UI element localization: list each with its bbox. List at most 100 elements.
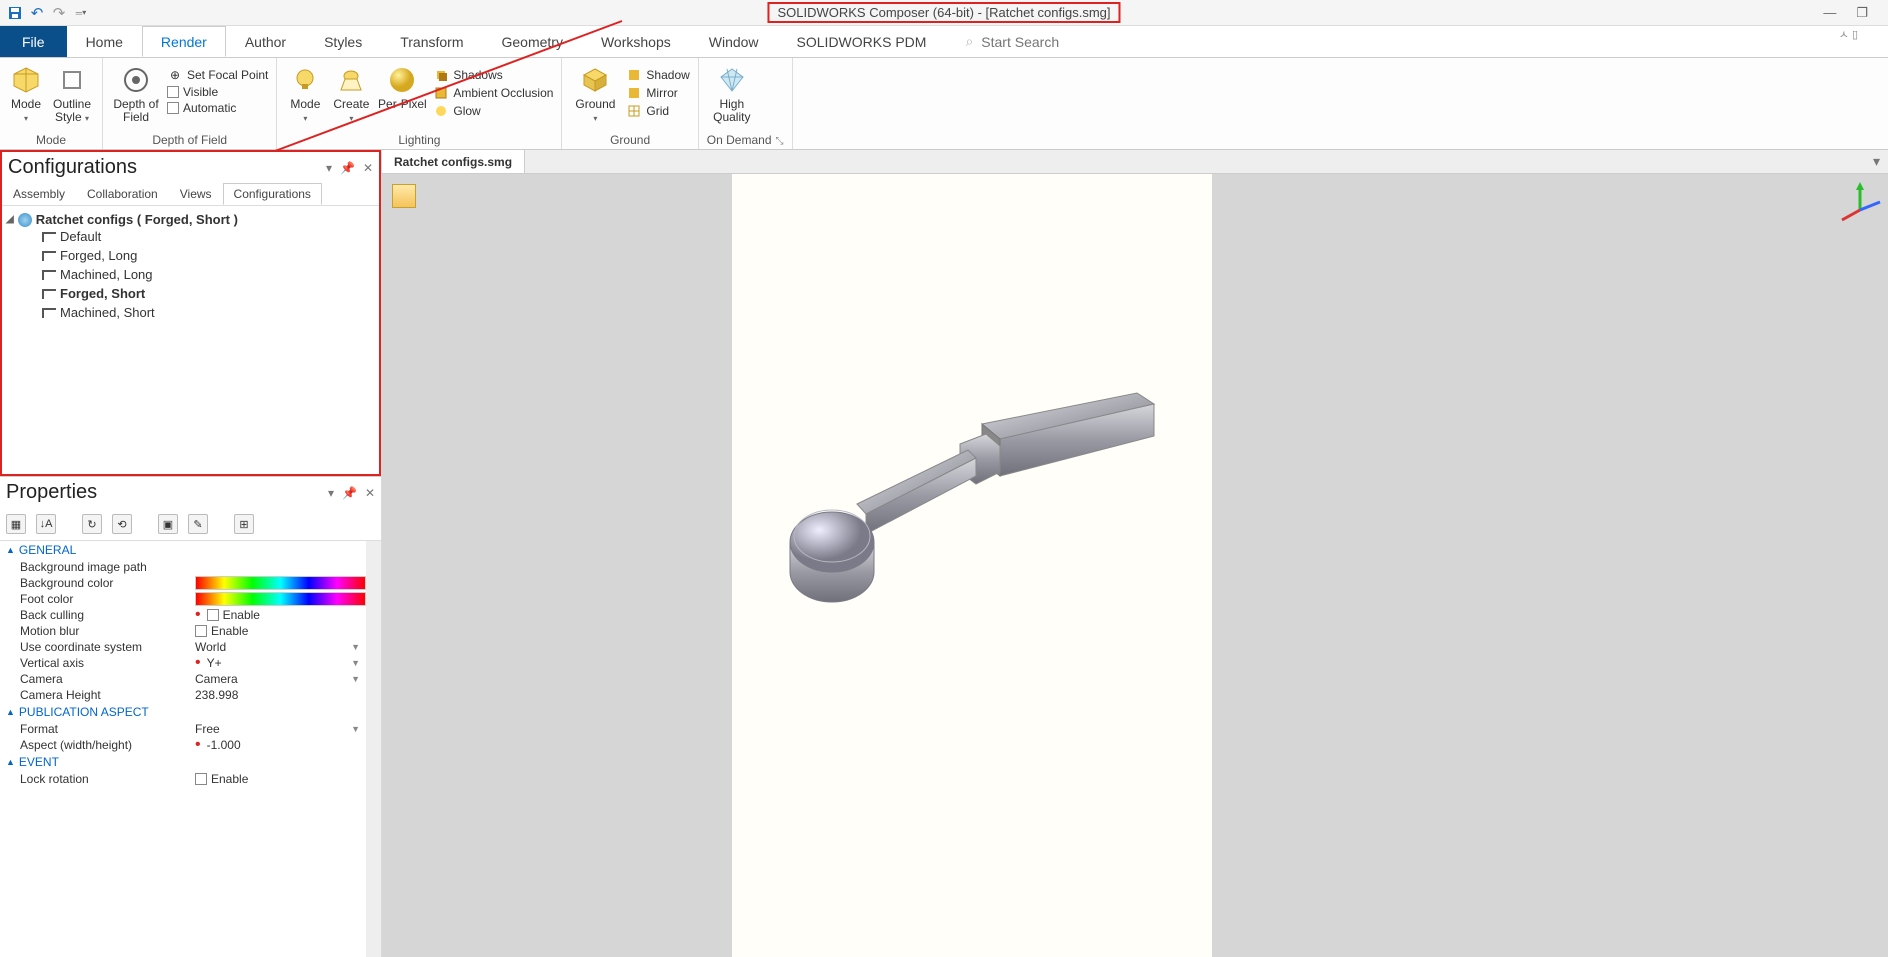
launcher-icon[interactable]: ⤡ [776,136,784,147]
lighting-mode-button[interactable]: Mode▾ [285,62,325,124]
tab-pdm[interactable]: SOLIDWORKS PDM [778,26,946,57]
ao-icon [433,85,449,101]
config-machined-long[interactable]: Machined, Long [6,265,375,284]
tab-assembly[interactable]: Assembly [2,183,76,205]
group-label-ondemand: On Demand⤡ [707,131,784,147]
ground-button[interactable]: Ground▾ [570,62,620,124]
ambient-occlusion-button[interactable]: Ambient Occlusion [433,84,553,102]
dof-visible-checkbox[interactable]: Visible [167,84,268,100]
lighting-create-button[interactable]: Create▾ [331,62,371,124]
props-row[interactable]: Back culling•Enable [0,607,366,623]
redo-icon[interactable]: ↷ [50,4,68,22]
props-row[interactable]: Camera Height238.998 [0,687,366,703]
tab-home[interactable]: Home [67,26,142,57]
file-menu[interactable]: File [0,26,67,57]
set-focal-point-button[interactable]: ⊕Set Focal Point [167,66,268,84]
flag-icon [42,251,56,261]
dof-button[interactable]: Depth of Field [111,62,161,124]
tab-collaboration[interactable]: Collaboration [76,183,169,205]
undo-icon[interactable]: ↶ [28,4,46,22]
dof-label: Depth of Field [111,98,161,124]
config-default[interactable]: Default [6,227,375,246]
props-row[interactable]: Motion blurEnable [0,623,366,639]
ground-shadow-button[interactable]: Shadow [626,66,689,84]
dof-automatic-checkbox[interactable]: Automatic [167,100,268,116]
sphere-icon [386,64,418,96]
tab-render[interactable]: Render [142,26,226,57]
per-pixel-button[interactable]: Per-Pixel [377,62,427,111]
window-controls: — ❐ [1823,5,1888,21]
canvas-3d[interactable] [732,174,1212,957]
ground-grid-button[interactable]: Grid [626,102,689,120]
help-link[interactable]: ㅅ ▯ [1839,26,1858,57]
config-forged-short[interactable]: Forged, Short [6,284,375,303]
tree-root[interactable]: ◢ Ratchet configs ( Forged, Short ) [6,212,375,227]
doc-tab-dropdown[interactable]: ▾ [1865,150,1888,173]
prop-tool-pick[interactable]: ✎ [188,514,208,534]
prop-tool-link[interactable]: ⟲ [112,514,132,534]
config-forged-long[interactable]: Forged, Long [6,246,375,265]
mode-button[interactable]: Mode▾ [8,62,44,124]
props-row[interactable]: Lock rotationEnable [0,771,366,787]
props-row[interactable]: Aspect (width/height)•-1.000 [0,737,366,753]
save-icon[interactable] [6,4,24,22]
shadows-button[interactable]: Shadows [433,66,553,84]
tab-workshops[interactable]: Workshops [582,26,690,57]
config-machined-short[interactable]: Machined, Short [6,303,375,322]
viewport-mode-icon[interactable] [392,184,416,208]
scrollbar[interactable] [366,541,381,957]
document-tab-bar: Ratchet configs.smg ▾ [382,150,1888,174]
pin-icon[interactable]: 📌 [340,161,355,175]
pin-icon[interactable]: 📌 [342,486,357,500]
tab-window[interactable]: Window [690,26,778,57]
props-section-header[interactable]: ▲ PUBLICATION ASPECT [0,703,366,721]
props-row[interactable]: FormatFree▼ [0,721,366,737]
focal-icon: ⊕ [167,67,183,83]
props-section-header[interactable]: ▲ EVENT [0,753,366,771]
search-input[interactable] [981,34,1231,50]
configurations-tabs: Assembly Collaboration Views Configurati… [2,183,379,206]
glow-button[interactable]: Glow [433,102,553,120]
tab-views[interactable]: Views [169,183,223,205]
props-row[interactable]: Background color [0,575,366,591]
props-row[interactable]: Foot color [0,591,366,607]
tab-author[interactable]: Author [226,26,305,57]
prop-tool-refresh[interactable]: ↻ [82,514,102,534]
document-tab[interactable]: Ratchet configs.smg [382,150,525,173]
prop-tool-grid[interactable]: ⊞ [234,514,254,534]
props-row[interactable]: CameraCamera▼ [0,671,366,687]
props-row[interactable]: Use coordinate systemWorld▼ [0,639,366,655]
panel-dropdown-icon[interactable]: ▾ [328,486,334,500]
menu-bar: File Home Render Author Styles Transform… [0,26,1888,58]
minimize-button[interactable]: — [1823,5,1836,21]
close-icon[interactable]: ✕ [363,161,373,175]
tab-styles[interactable]: Styles [305,26,381,57]
properties-title: Properties [6,481,328,504]
restore-button[interactable]: ❐ [1856,5,1868,21]
high-quality-button[interactable]: High Quality [707,62,757,124]
close-icon[interactable]: ✕ [365,486,375,500]
outline-style-label: Outline Style ▾ [50,98,94,124]
outline-icon [56,64,88,96]
ground-icon [579,64,611,96]
tab-transform[interactable]: Transform [381,26,482,57]
ground-mirror-button[interactable]: Mirror [626,84,689,102]
tab-geometry[interactable]: Geometry [483,26,582,57]
panel-dropdown-icon[interactable]: ▾ [326,161,332,175]
prop-tool-sort[interactable]: ↓A [36,514,56,534]
ribbon-group-mode: Mode▾ Outline Style ▾ Mode [0,58,103,149]
props-row[interactable]: Vertical axis•Y+▼ [0,655,366,671]
collapse-icon[interactable]: ◢ [6,214,14,225]
tree-root-label: Ratchet configs ( Forged, Short ) [36,212,238,227]
outline-style-button[interactable]: Outline Style ▾ [50,62,94,124]
ground-label: Ground▾ [575,98,615,124]
tab-configurations[interactable]: Configurations [223,183,322,205]
group-label-lighting: Lighting [285,131,553,147]
qat-more-icon[interactable]: ═▾ [72,4,90,22]
props-row[interactable]: Background image path [0,559,366,575]
prop-tool-camera[interactable]: ▣ [158,514,178,534]
prop-tool-categorize[interactable]: ▦ [6,514,26,534]
model-ratchet [762,384,1162,644]
props-section-header[interactable]: ▲ GENERAL [0,541,366,559]
axis-triad[interactable] [1838,180,1882,227]
